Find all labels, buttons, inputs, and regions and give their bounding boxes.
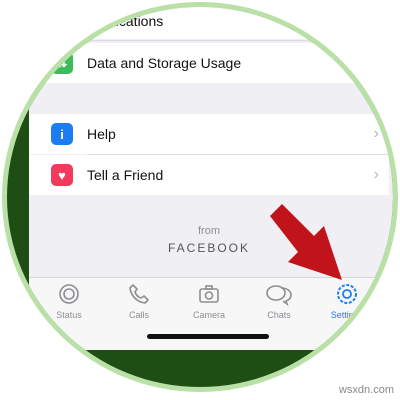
info-icon: i (51, 123, 73, 145)
row-divider (87, 40, 393, 41)
circular-crop-frame: Notifications ⇅ Data and Storage Usage i… (2, 2, 398, 392)
notifications-row[interactable]: Notifications (29, 7, 389, 39)
phone-screen: Notifications ⇅ Data and Storage Usage i… (29, 7, 393, 350)
camera-icon (199, 285, 219, 303)
help-row[interactable]: i Help › (29, 114, 389, 154)
chevron-right-icon: › (373, 125, 379, 142)
tab-status[interactable]: Status (39, 282, 99, 320)
watermark-text: wsxdn.com (338, 384, 394, 396)
data-storage-icon: ⇅ (51, 52, 73, 74)
tab-settings-label: Settings (330, 310, 364, 320)
screenshot-stage: Notifications ⇅ Data and Storage Usage i… (0, 0, 400, 400)
red-arrow-annotation (270, 204, 342, 280)
tell-friend-label: Tell a Friend (87, 167, 164, 183)
tab-status-label: Status (56, 310, 82, 320)
data-storage-row[interactable]: ⇅ Data and Storage Usage (29, 43, 389, 83)
heart-icon: ♥ (51, 164, 73, 186)
phone-icon (129, 284, 149, 304)
status-icon (59, 284, 79, 304)
notifications-label: Notifications (87, 13, 164, 29)
tab-calls[interactable]: Calls (109, 282, 169, 320)
data-storage-label: Data and Storage Usage (87, 55, 242, 71)
tab-camera-label: Camera (192, 310, 225, 320)
help-label: Help (87, 126, 116, 142)
tab-chats-label: Chats (267, 310, 291, 320)
tell-friend-row[interactable]: ♥ Tell a Friend › (29, 155, 389, 195)
chevron-right-icon: › (373, 166, 379, 183)
tab-camera[interactable]: Camera (179, 282, 239, 320)
home-indicator (147, 334, 269, 339)
tab-calls-label: Calls (128, 310, 149, 320)
